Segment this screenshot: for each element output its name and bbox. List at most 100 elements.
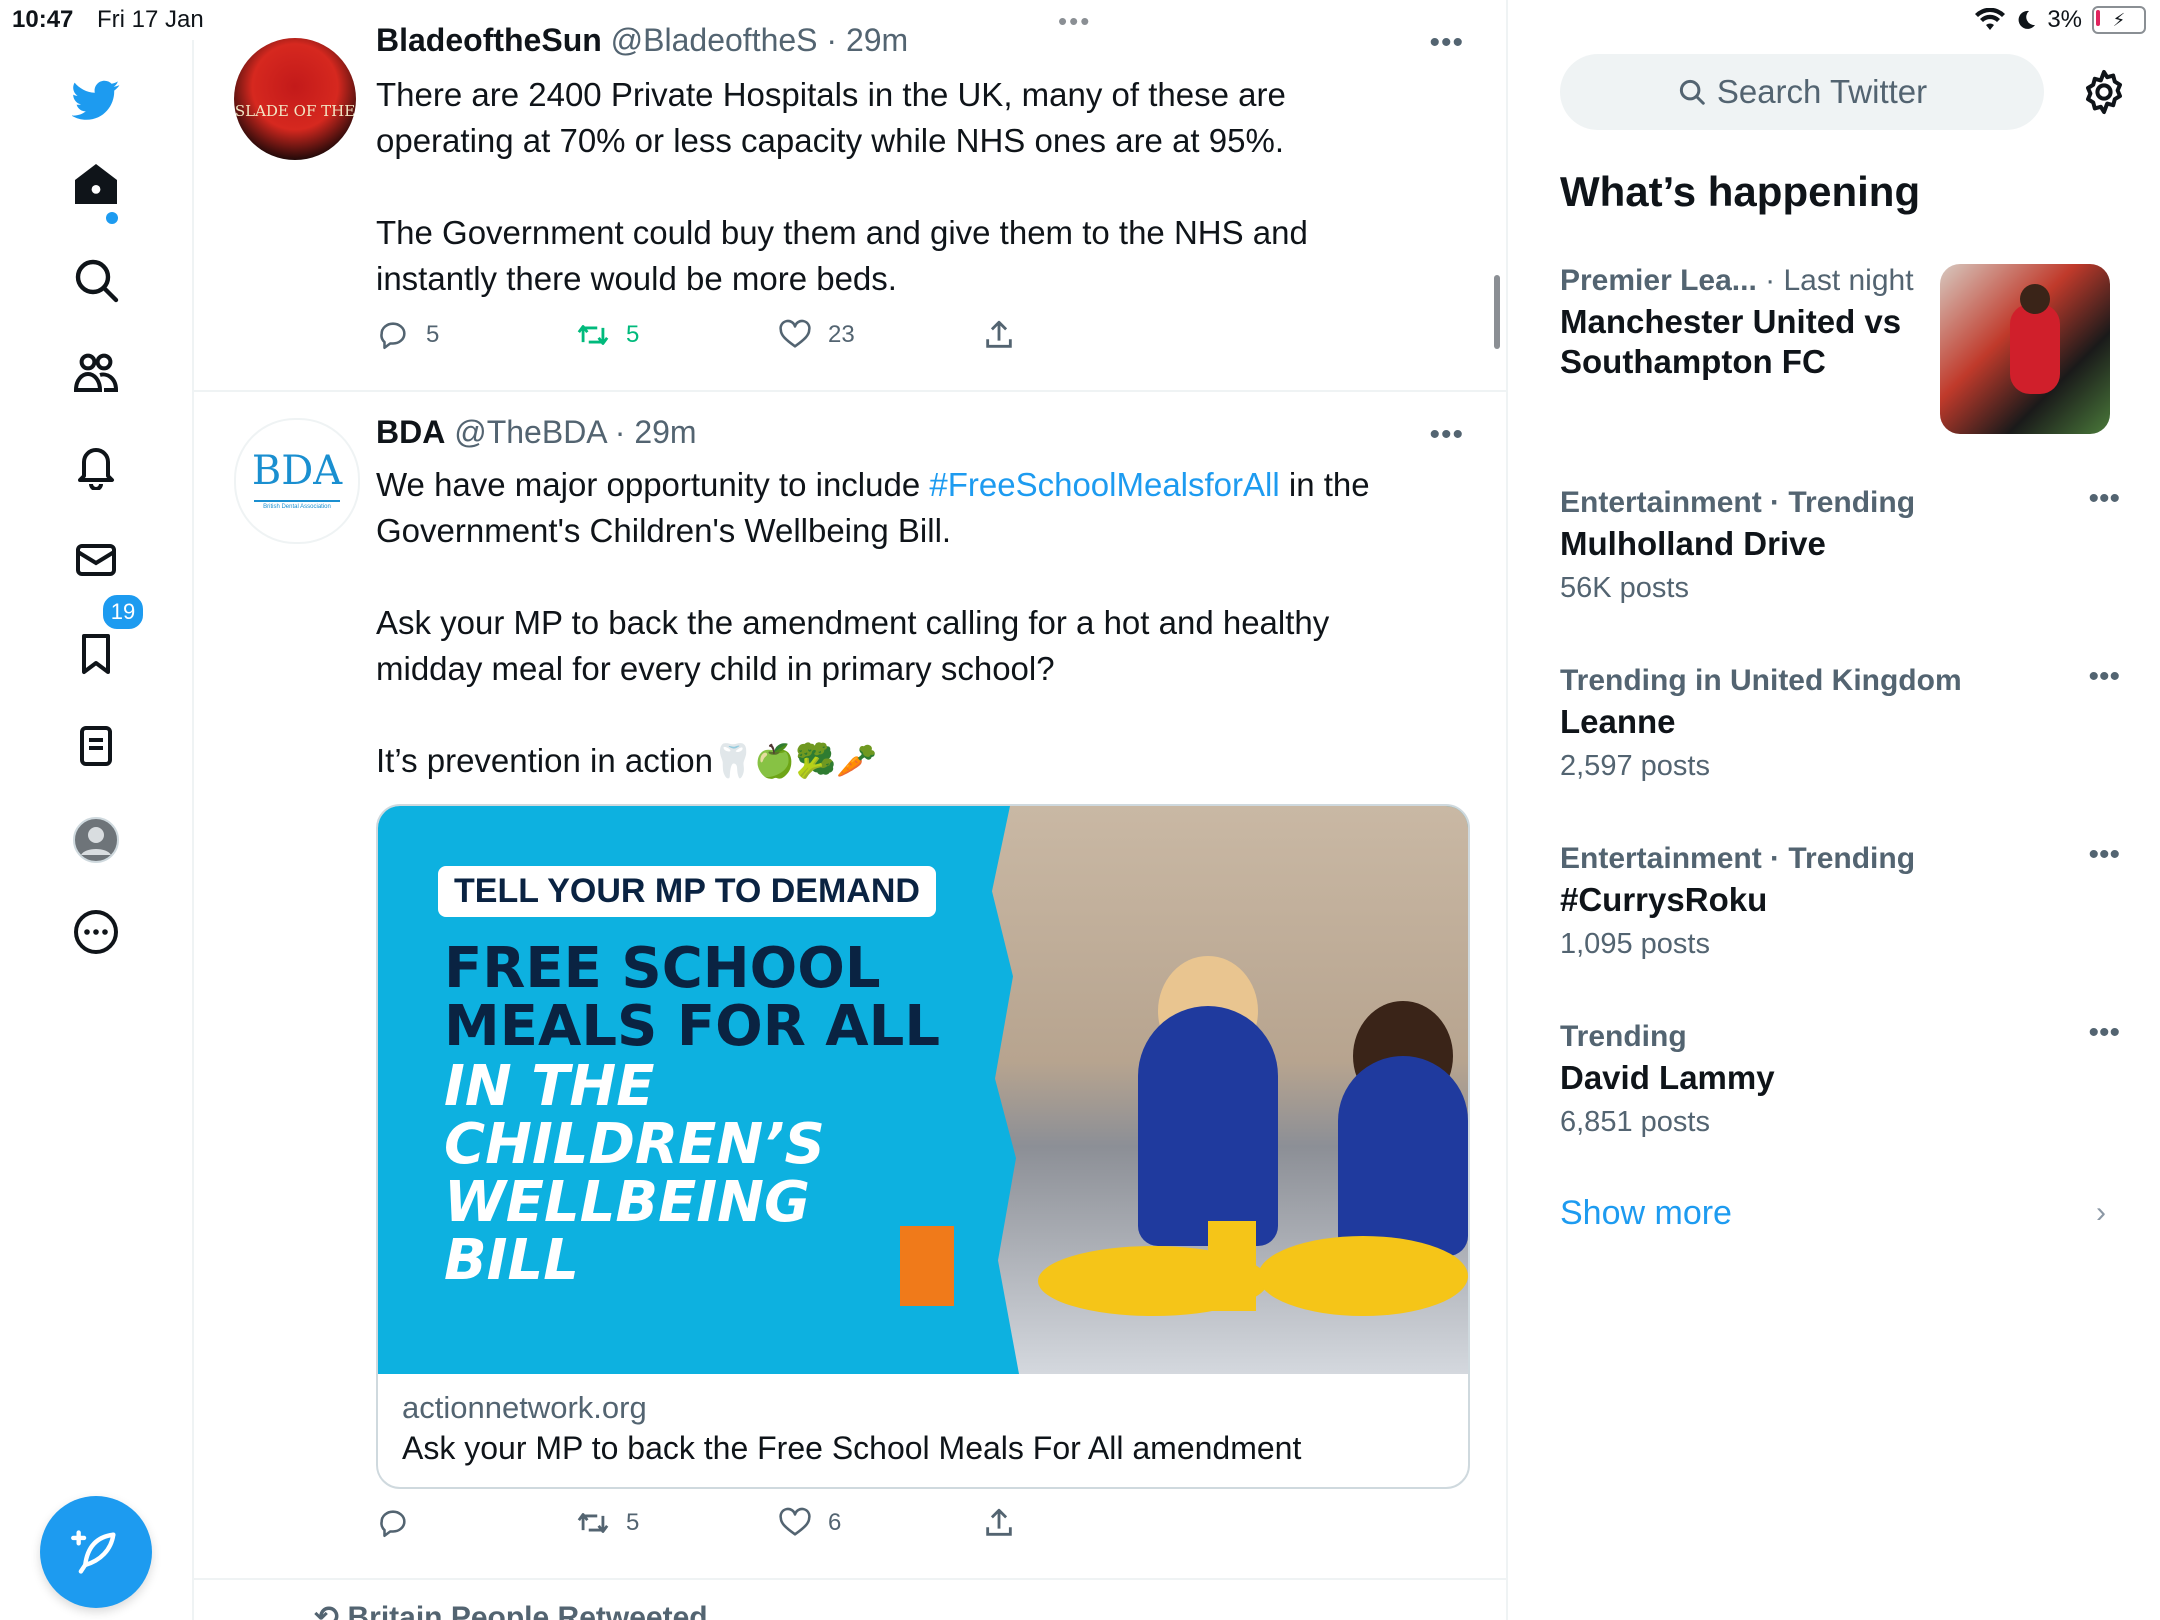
gear-icon[interactable] xyxy=(2080,68,2128,116)
tweet-author-name[interactable]: BDA xyxy=(376,414,445,450)
trend-count: 1,095 posts xyxy=(1560,928,1710,960)
link-card[interactable]: TELL YOUR MP TO DEMAND FREE SCHOOL MEALS… xyxy=(376,804,1470,1489)
share-icon xyxy=(986,320,1012,348)
trend-name: David Lammy xyxy=(1560,1059,1775,1096)
nav-messages[interactable] xyxy=(60,524,132,596)
retweeted-by-label: ⟲ Britain People Retweeted xyxy=(314,1600,708,1620)
reply-icon xyxy=(380,322,406,350)
trend-count: 2,597 posts xyxy=(1560,750,1710,782)
reply-button[interactable]: 5 xyxy=(376,318,439,352)
nav-bookmarks[interactable] xyxy=(60,618,132,690)
home-unread-dot xyxy=(106,212,118,224)
avatar-text: BDA xyxy=(251,448,343,494)
search-icon xyxy=(1679,79,1705,105)
nav-lists[interactable] xyxy=(60,710,132,782)
trend-more-icon[interactable]: ••• xyxy=(2088,838,2120,872)
trend-count: 6,851 posts xyxy=(1560,1106,1710,1138)
tweet-more-icon[interactable]: ••• xyxy=(1429,26,1464,60)
tweet-author-handle[interactable]: @TheBDA xyxy=(454,414,606,450)
trend-item[interactable]: Premier Lea... · Last night Manchester U… xyxy=(1560,264,1930,382)
retweet-count: 5 xyxy=(626,321,640,348)
hashtag-link[interactable]: #FreeSchoolMealsforAll xyxy=(929,466,1279,503)
trend-time: · Last night xyxy=(1765,264,1914,297)
retweet-small-icon: ⟲ xyxy=(314,1601,348,1620)
search-input[interactable]: Search Twitter xyxy=(1560,54,2044,130)
communities-icon xyxy=(73,353,119,392)
compose-tweet-button[interactable] xyxy=(40,1496,152,1608)
tweet[interactable]: SLADE OF THE BladeoftheSun @BladeoftheS … xyxy=(194,0,1506,392)
status-date: Fri 17 Jan xyxy=(97,6,204,33)
left-nav: 19 xyxy=(0,40,194,1620)
heart-icon xyxy=(779,1507,811,1536)
moon-icon xyxy=(2018,10,2036,29)
reply-icon xyxy=(380,1510,406,1538)
whats-happening-heading: What’s happening xyxy=(1560,168,1921,215)
retweet-count: 5 xyxy=(626,1509,640,1536)
right-sidebar: Search Twitter What’s happening Premier … xyxy=(1508,40,2160,1620)
status-time: 10:47 xyxy=(12,6,74,33)
chevron-right-icon[interactable]: › xyxy=(2096,1196,2106,1230)
tweet-author-handle[interactable]: @BladeoftheS xyxy=(611,22,818,58)
status-right: 3% ⚡ xyxy=(1975,6,2146,34)
card-subheadline: IN THE CHILDREN’S WELLBEING BILL xyxy=(444,1054,825,1293)
tweet-text-start: We have major opportunity to include xyxy=(376,466,930,503)
search-placeholder: Search Twitter xyxy=(1716,73,1928,110)
tweet-more-icon[interactable]: ••• xyxy=(1429,418,1464,452)
trend-context: Premier Lea... xyxy=(1560,264,1757,297)
like-button[interactable]: 6 xyxy=(778,1506,841,1540)
bookmark-icon xyxy=(82,634,110,674)
battery-percent: 3% xyxy=(2047,6,2082,33)
tweet-avatar[interactable]: SLADE OF THE xyxy=(234,38,356,160)
like-count: 23 xyxy=(828,321,855,348)
tweet-text: There are 2400 Private Hospitals in the … xyxy=(376,76,1308,297)
timeline-scrollbar[interactable] xyxy=(1494,275,1500,349)
card-pill-text: TELL YOUR MP TO DEMAND xyxy=(438,866,936,917)
bell-icon xyxy=(78,448,114,490)
tweet[interactable]: BDA British Dental Association BDA @TheB… xyxy=(194,390,1506,1580)
tweet-text: We have major opportunity to include #Fr… xyxy=(376,462,1436,784)
trend-count: 56K posts xyxy=(1560,572,1689,604)
list-icon xyxy=(80,726,112,766)
nav-explore[interactable] xyxy=(60,244,132,316)
show-more-link[interactable]: Show more xyxy=(1560,1194,1732,1233)
trend-name: #CurrysRoku xyxy=(1560,881,1768,918)
nav-home[interactable] xyxy=(60,148,132,220)
trend-item[interactable]: Trending David Lammy 6,851 posts ••• xyxy=(1560,1016,2120,1139)
tweet-author-name[interactable]: BladeoftheSun xyxy=(376,22,602,58)
card-domain: actionnetwork.org xyxy=(402,1390,647,1425)
tweet-avatar[interactable]: BDA British Dental Association xyxy=(234,418,360,544)
trend-item[interactable]: Entertainment · Trending Mulholland Driv… xyxy=(1560,482,2120,605)
twitter-logo-icon[interactable] xyxy=(60,64,132,136)
nav-communities[interactable] xyxy=(60,336,132,408)
trend-more-icon[interactable]: ••• xyxy=(2088,660,2120,694)
nav-more[interactable] xyxy=(60,896,132,968)
tweet-text-rest: in the Government's Children's Wellbeing… xyxy=(376,466,1370,779)
tweet-time: · 29m xyxy=(826,22,909,58)
timeline[interactable]: SLADE OF THE BladeoftheSun @BladeoftheS … xyxy=(194,0,1508,1620)
trend-name: Leanne xyxy=(1560,703,1676,740)
tweet-actions: 5 6 xyxy=(376,1506,1076,1546)
nav-profile[interactable] xyxy=(60,804,132,876)
wifi-icon xyxy=(1975,8,2006,30)
trend-more-icon[interactable]: ••• xyxy=(2088,1016,2120,1050)
retweet-button[interactable]: 5 xyxy=(576,318,639,352)
share-icon xyxy=(986,1508,1012,1536)
trend-item[interactable]: Entertainment · Trending #CurrysRoku 1,0… xyxy=(1560,838,2120,961)
share-button[interactable] xyxy=(982,318,1016,352)
trend-name: Mulholland Drive xyxy=(1560,525,1826,562)
more-circle-icon xyxy=(74,910,118,954)
avatar-subtext: British Dental Association xyxy=(263,504,331,510)
battery-icon: ⚡ xyxy=(2092,6,2146,34)
reply-button[interactable] xyxy=(376,1506,426,1540)
like-button[interactable]: 23 xyxy=(778,318,855,352)
trend-more-icon[interactable]: ••• xyxy=(2088,482,2120,516)
trend-image[interactable] xyxy=(1940,264,2110,434)
trend-item[interactable]: Trending in United Kingdom Leanne 2,597 … xyxy=(1560,660,2120,783)
share-button[interactable] xyxy=(982,1506,1016,1540)
nav-notifications[interactable] xyxy=(60,430,132,502)
tweet-time: · 29m xyxy=(614,414,697,450)
retweet-button[interactable]: 5 xyxy=(576,1506,639,1540)
avatar-icon xyxy=(73,817,119,863)
trend-context: Entertainment · Trending xyxy=(1560,486,1916,519)
trend-context: Trending xyxy=(1560,1020,1687,1053)
